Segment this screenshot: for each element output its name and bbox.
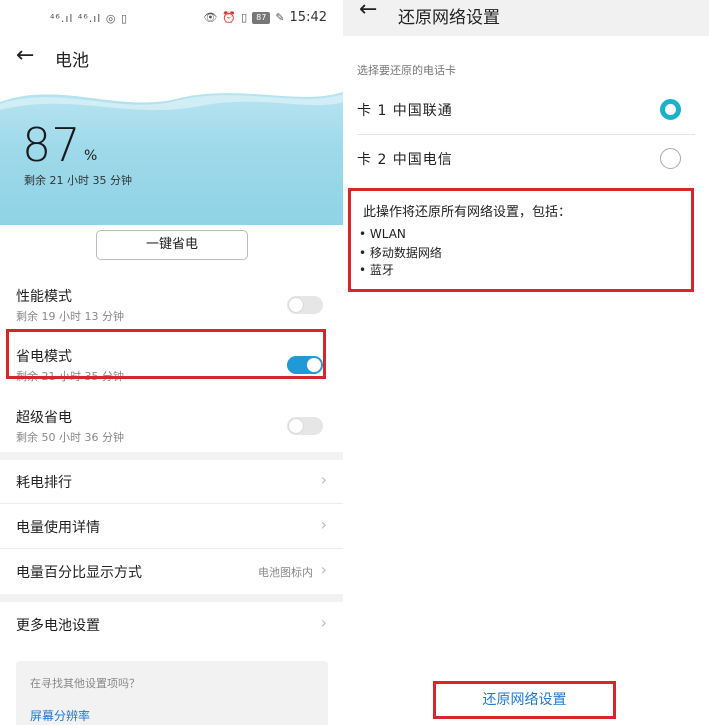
row-more-settings[interactable]: 更多电池设置 › <box>0 601 343 647</box>
hint-question: 在寻找其他设置项吗？ <box>30 677 140 690</box>
battery-percent-unit: % <box>84 148 98 164</box>
page-title: 电池 <box>55 51 89 71</box>
info-title: 此操作将还原所有网络设置，包括： <box>363 205 572 220</box>
leaf-icon: ✎ <box>275 11 285 24</box>
mode-ultra-saving: 超级省电 剩余 50 小时 36 分钟 <box>0 399 343 457</box>
sim-option-1[interactable]: 卡 1 中国联通 <box>357 86 695 134</box>
page-title: 还原网络设置 <box>398 8 500 28</box>
mode-name: 超级省电 <box>16 410 72 426</box>
arrow-left-icon[interactable]: ← <box>359 0 381 22</box>
app-bar: ← 电池 <box>0 36 343 80</box>
chevron-right-icon: › <box>320 470 327 489</box>
settings-hint-card: 在寻找其他设置项吗？ 屏幕分辨率 <box>16 661 328 725</box>
info-item-wlan: • WLAN <box>359 227 406 241</box>
mode-remaining: 剩余 19 小时 13 分钟 <box>16 310 124 323</box>
battery-screen: ⁴⁶.ıl ⁴⁶.ıl ◎ ▯ 👁 ⏰ ▯ 87 ✎ 15:42 ← 电池 87… <box>0 0 343 725</box>
row-percent-display[interactable]: 电量百分比显示方式 电池图标内 › <box>0 548 343 594</box>
alarm-icon: ⏰ <box>222 11 237 24</box>
app-bar: ← 还原网络设置 <box>343 0 709 36</box>
info-item-mobile-data: • 移动数据网络 <box>359 246 442 260</box>
chevron-right-icon: › <box>320 560 327 579</box>
chevron-right-icon: › <box>320 613 327 632</box>
radio-unselected-icon[interactable] <box>660 148 681 169</box>
reset-info-box: 此操作将还原所有网络设置，包括： • WLAN • 移动数据网络 • 蓝牙 <box>348 188 694 292</box>
mode-remaining: 剩余 50 小时 36 分钟 <box>16 431 124 444</box>
one-key-save-button[interactable]: 一键省电 <box>96 230 248 260</box>
eye-icon: 👁 <box>203 11 218 24</box>
highlight-box <box>6 329 326 379</box>
battery-status-icon: 87 <box>252 11 271 24</box>
vibrate-icon: ▯ <box>241 11 248 24</box>
row-power-ranking[interactable]: 耗电排行 › <box>0 458 343 504</box>
reset-network-screen: ← 还原网络设置 选择要还原的电话卡 卡 1 中国联通 卡 2 中国电信 此操作… <box>343 0 709 725</box>
arrow-left-icon[interactable]: ← <box>16 45 38 68</box>
battery-percent: 87 <box>22 118 81 172</box>
mode-performance: 性能模式 剩余 19 小时 13 分钟 <box>0 278 343 336</box>
hint-link[interactable]: 屏幕分辨率 <box>30 707 90 724</box>
performance-toggle[interactable] <box>287 296 323 314</box>
row-value: 电池图标内 <box>258 566 313 579</box>
chevron-right-icon: › <box>320 515 327 534</box>
sim-option-2[interactable]: 卡 2 中国电信 <box>357 135 695 183</box>
radio-selected-icon[interactable] <box>660 99 681 120</box>
signal-indicators: ⁴⁶.ıl ⁴⁶.ıl ◎ ▯ <box>50 12 128 25</box>
info-item-bluetooth: • 蓝牙 <box>359 263 394 277</box>
row-usage-details[interactable]: 电量使用详情 › <box>0 503 343 549</box>
mode-name: 性能模式 <box>16 289 72 305</box>
screenshot-composite: ⁴⁶.ıl ⁴⁶.ıl ◎ ▯ 👁 ⏰ ▯ 87 ✎ 15:42 ← 电池 87… <box>0 0 709 725</box>
clock: 15:42 <box>289 10 327 25</box>
status-bar: ⁴⁶.ıl ⁴⁶.ıl ◎ ▯ 👁 ⏰ ▯ 87 ✎ 15:42 <box>0 0 343 36</box>
battery-remaining: 剩余 21 小时 35 分钟 <box>24 174 132 187</box>
sim-select-label: 选择要还原的电话卡 <box>357 64 456 77</box>
ultra-saving-toggle[interactable] <box>287 417 323 435</box>
reset-network-button[interactable]: 还原网络设置 <box>433 681 616 719</box>
